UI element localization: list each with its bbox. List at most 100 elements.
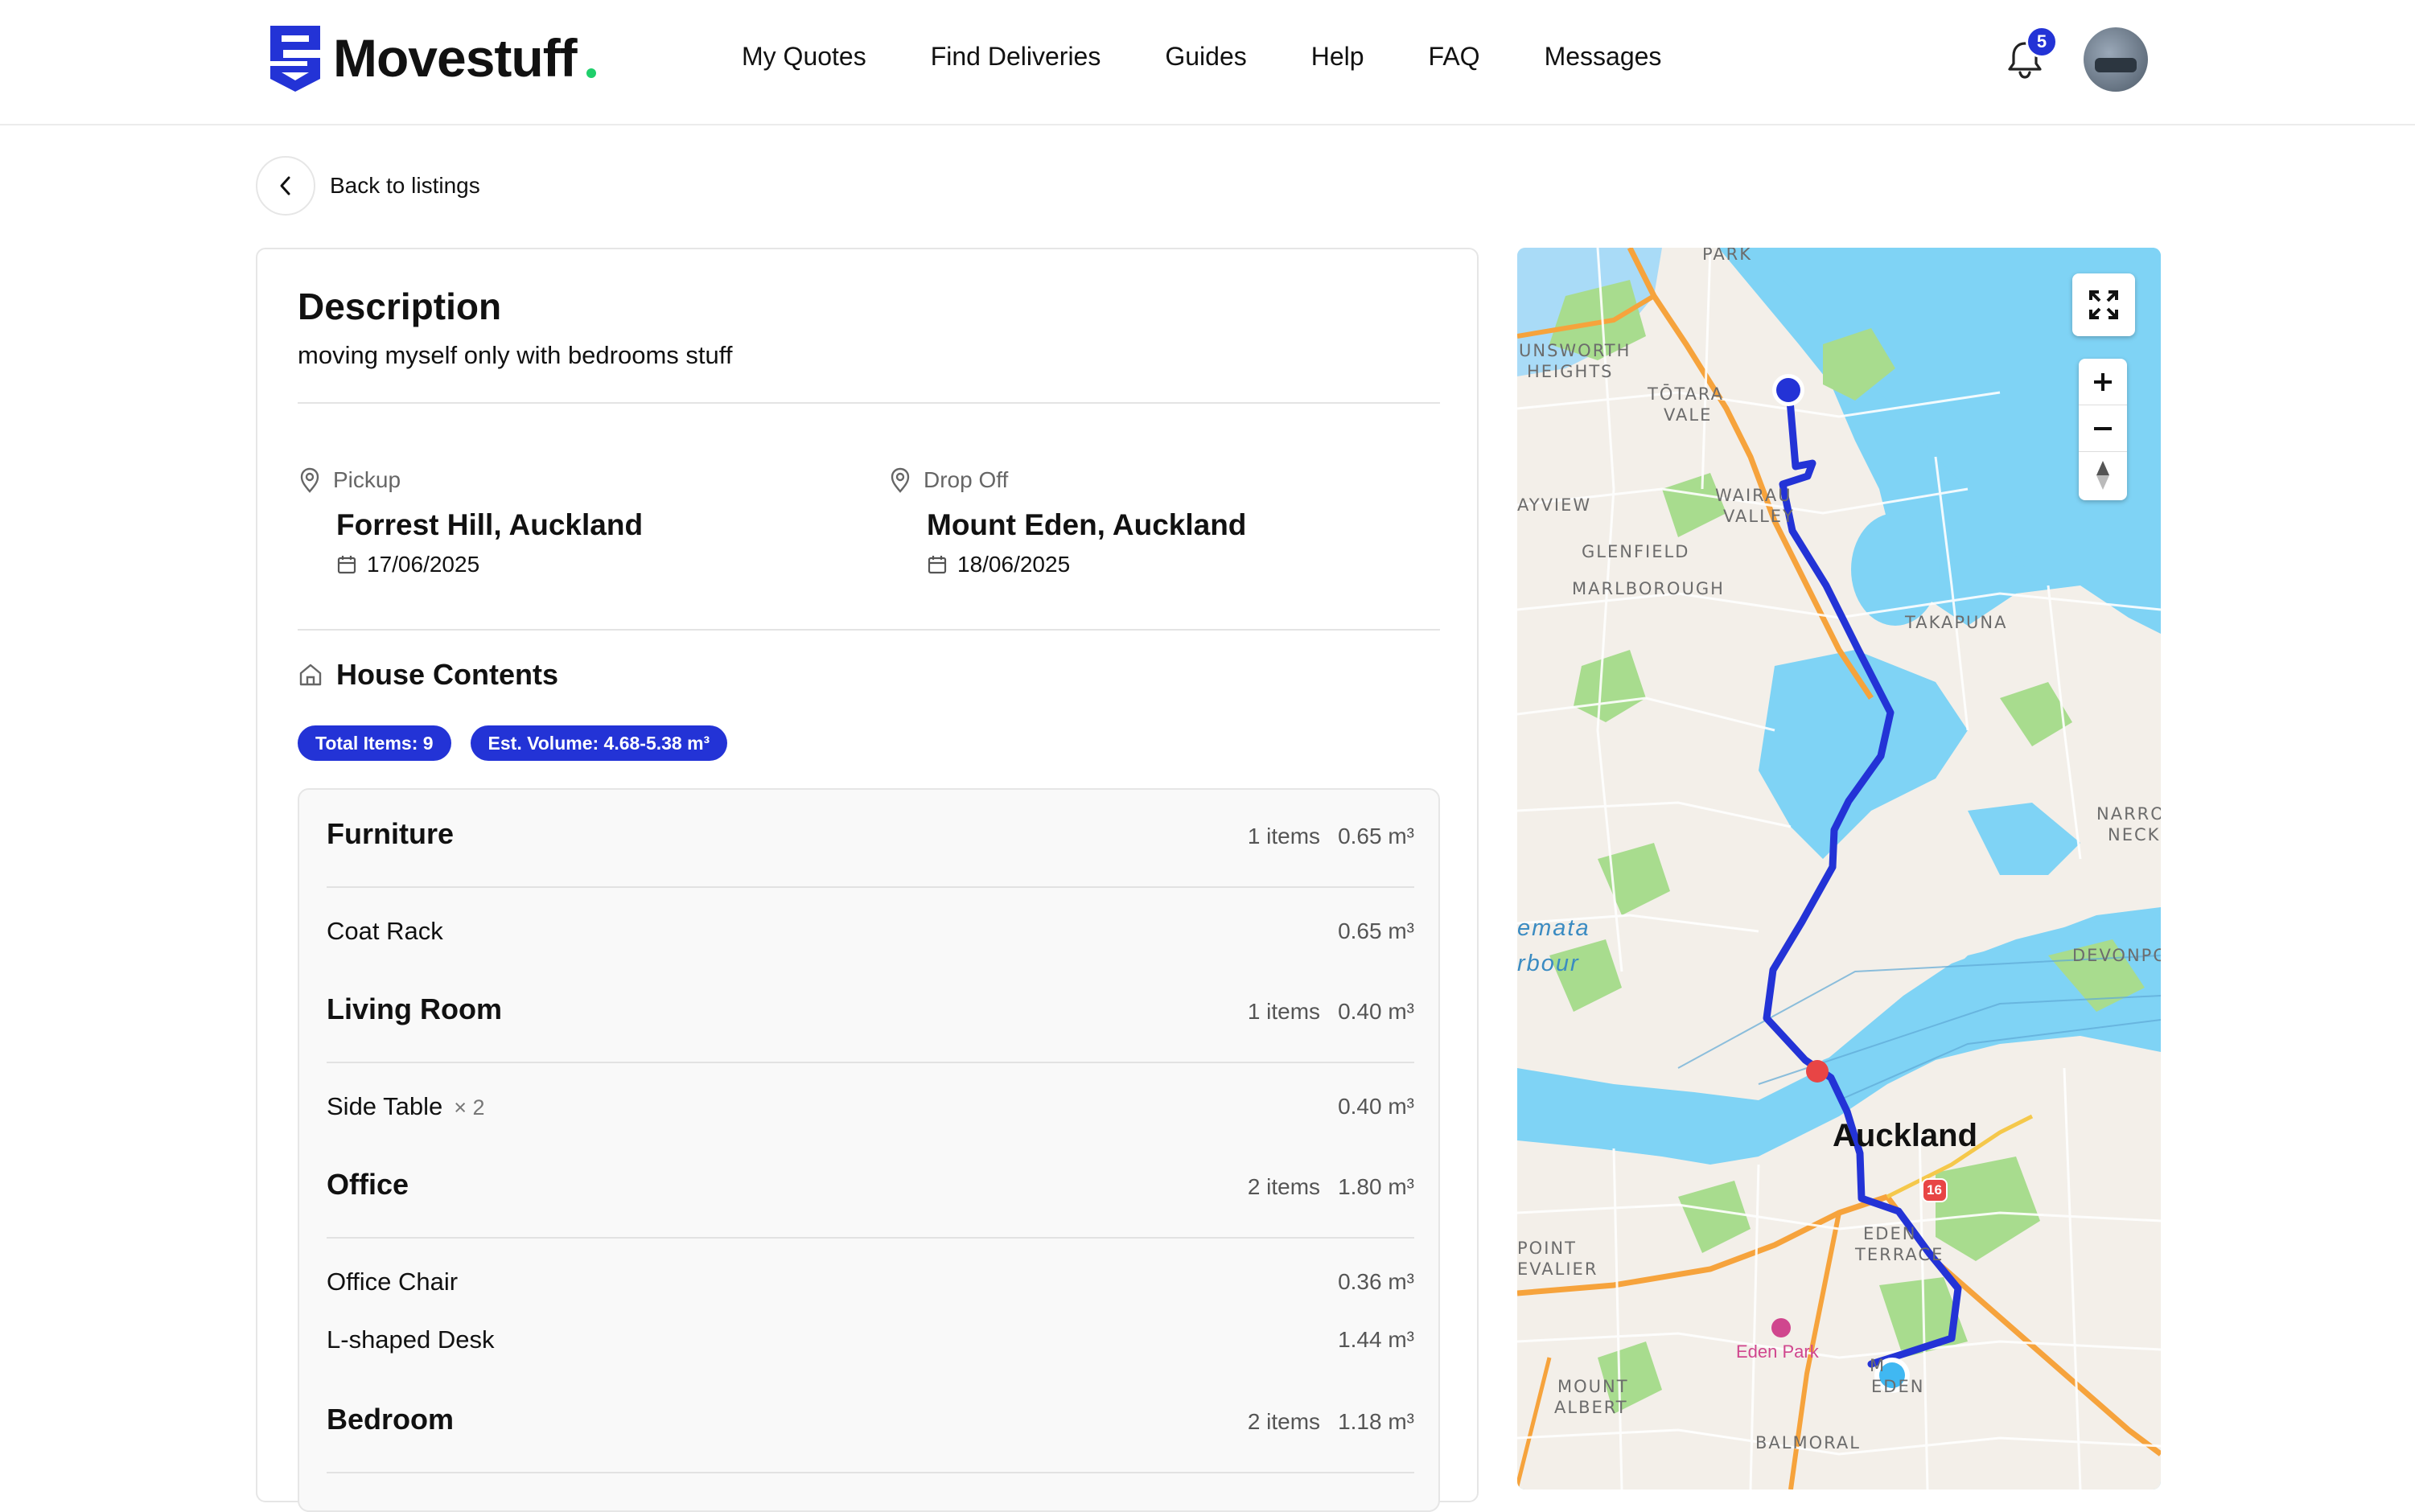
item-volume: 1.44 m³ (1338, 1327, 1414, 1352)
map-label: POINT (1517, 1239, 1577, 1258)
chevron-left-icon (280, 176, 290, 195)
category-meta: 1 items 0.40 m³ (1248, 999, 1414, 1025)
map-label: BALMORAL (1755, 1433, 1861, 1452)
divider (298, 402, 1440, 404)
category-count: 1 items (1247, 999, 1321, 1024)
zoom-out-button[interactable] (2079, 405, 2127, 452)
map-pin-icon (300, 467, 319, 493)
item-name: Office Chair (327, 1268, 459, 1296)
category-volume: 1.80 m³ (1338, 1174, 1414, 1199)
map-label: AYVIEW (1517, 495, 1592, 515)
dropoff-place: Mount Eden, Auckland (927, 508, 1247, 541)
category-row[interactable]: Living Room 1 items 0.40 m³ (327, 992, 1414, 1033)
map-label: VALLEY (1723, 507, 1795, 526)
category-volume: 1.18 m³ (1338, 1409, 1414, 1434)
map-label: PARK (1702, 248, 1753, 264)
map-label: ALBERT (1554, 1398, 1628, 1417)
category-meta: 2 items 1.80 m³ (1248, 1174, 1414, 1200)
nav-my-quotes[interactable]: My Quotes (742, 42, 866, 72)
listing-detail-card: Description moving myself only with bedr… (256, 248, 1479, 1512)
item-name: Coat Rack (327, 917, 443, 945)
back-to-listings-link[interactable]: Back to listings (256, 156, 480, 216)
house-contents-title: House Contents (336, 658, 559, 691)
category-meta: 2 items 1.18 m³ (1248, 1409, 1414, 1435)
nav-guides[interactable]: Guides (1165, 42, 1246, 72)
item-volume: 0.36 m³ (1338, 1269, 1414, 1294)
map-label: EDEN (1863, 1224, 1917, 1243)
dropoff-date: 18/06/2025 (957, 552, 1071, 577)
summary-badges: Total Items: 9 Est. Volume: 4.68-5.38 m³ (298, 725, 728, 761)
map-label: HEIGHTS (1527, 362, 1614, 381)
map-label: TERRACE (1855, 1245, 1944, 1264)
item-name-with-qty: Side Table × 2 (327, 1092, 485, 1121)
movestuff-logo-icon (270, 26, 320, 92)
description-title: Description (298, 286, 502, 327)
map-label: M (1870, 1356, 1886, 1375)
list-item: L-shaped Desk 1.44 m³ (327, 1325, 1414, 1358)
nav-faq[interactable]: FAQ (1429, 42, 1480, 72)
map-label: VALE (1664, 405, 1713, 425)
pickup-section: Pickup Forrest Hill, Auckland 17/06/2025 (298, 466, 643, 577)
category-volume: 0.40 m³ (1338, 999, 1414, 1024)
map-label: TŌTARA (1648, 384, 1725, 404)
nav-help[interactable]: Help (1311, 42, 1364, 72)
map-label: UNSWORTH (1519, 341, 1631, 360)
nav-find-deliveries[interactable]: Find Deliveries (931, 42, 1101, 72)
contents-list: Furniture 1 items 0.65 m³ Coat Rack 0.65 … (298, 788, 1440, 1512)
category-count: 2 items (1247, 1409, 1321, 1434)
fullscreen-icon (2089, 290, 2118, 319)
dropoff-label: Drop Off (924, 467, 1009, 492)
pickup-place: Forrest Hill, Auckland (336, 508, 644, 541)
brand-logo[interactable]: Movestuff (265, 23, 596, 93)
poi-label: Eden Park (1736, 1341, 1819, 1362)
category-volume: 0.65 m³ (1338, 824, 1414, 848)
fullscreen-button[interactable] (2072, 273, 2135, 336)
map-label: EDEN (1871, 1377, 1925, 1396)
category-row[interactable]: Furniture 1 items 0.65 m³ (327, 817, 1414, 857)
map-label: NECK (2108, 825, 2161, 844)
map-label: NARRO (2096, 804, 2161, 824)
category-name: Bedroom (327, 1403, 455, 1436)
map-label: TAKAPUNA (1905, 613, 2008, 632)
map-label: WAIRAU (1715, 486, 1792, 505)
map-label: GLENFIELD (1582, 542, 1690, 561)
brand-name: Movestuff (333, 28, 578, 88)
city-label: Auckland (1833, 1118, 1978, 1153)
dropoff-section: Drop Off Mount Eden, Auckland 18/06/2025 (888, 466, 1246, 577)
list-item: Coat Rack 0.65 m³ (327, 917, 1414, 949)
notification-count-badge: 5 (2026, 26, 2058, 58)
item-name: Side Table (327, 1092, 443, 1120)
plus-icon (2094, 372, 2112, 391)
divider (327, 1062, 1414, 1063)
reset-north-button[interactable] (2079, 452, 2127, 499)
map-label: DEVONPO (2072, 946, 2161, 965)
zoom-in-button[interactable] (2079, 359, 2127, 405)
pickup-label: Pickup (333, 467, 401, 492)
calendar-icon (337, 556, 356, 574)
compass-icon (2096, 461, 2109, 490)
category-name: Living Room (327, 992, 502, 1025)
item-volume: 0.40 m³ (1338, 1094, 1414, 1119)
category-name: Office (327, 1168, 409, 1201)
back-button[interactable] (256, 156, 315, 216)
category-row[interactable]: Bedroom 2 items 1.18 m³ (327, 1403, 1414, 1443)
category-row[interactable]: Office 2 items 1.80 m³ (327, 1168, 1414, 1208)
category-meta: 1 items 0.65 m³ (1248, 824, 1414, 849)
nav-messages[interactable]: Messages (1545, 42, 1662, 72)
item-volume: 0.65 m³ (1338, 918, 1414, 943)
map-pin-icon (891, 467, 910, 493)
map-label: MARLBOROUGH (1572, 579, 1725, 598)
user-avatar[interactable] (2084, 27, 2148, 92)
main-nav: My Quotes Find Deliveries Guides Help FA… (742, 42, 1661, 72)
map-label: EVALIER (1517, 1259, 1598, 1279)
route-map[interactable]: PARK UNSWORTH HEIGHTS TŌTARA VALE AYVIEW… (1517, 248, 2161, 1489)
harbour-label: emata (1517, 915, 1590, 941)
item-name: L-shaped Desk (327, 1325, 495, 1354)
divider (298, 629, 1440, 631)
category-name: Furniture (327, 817, 454, 850)
top-navigation-bar: Movestuff My Quotes Find Deliveries Guid… (0, 0, 2415, 125)
zoom-controls (2079, 359, 2127, 500)
divider (327, 1472, 1414, 1473)
category-count: 1 items (1247, 824, 1321, 848)
back-label: Back to listings (330, 173, 480, 198)
